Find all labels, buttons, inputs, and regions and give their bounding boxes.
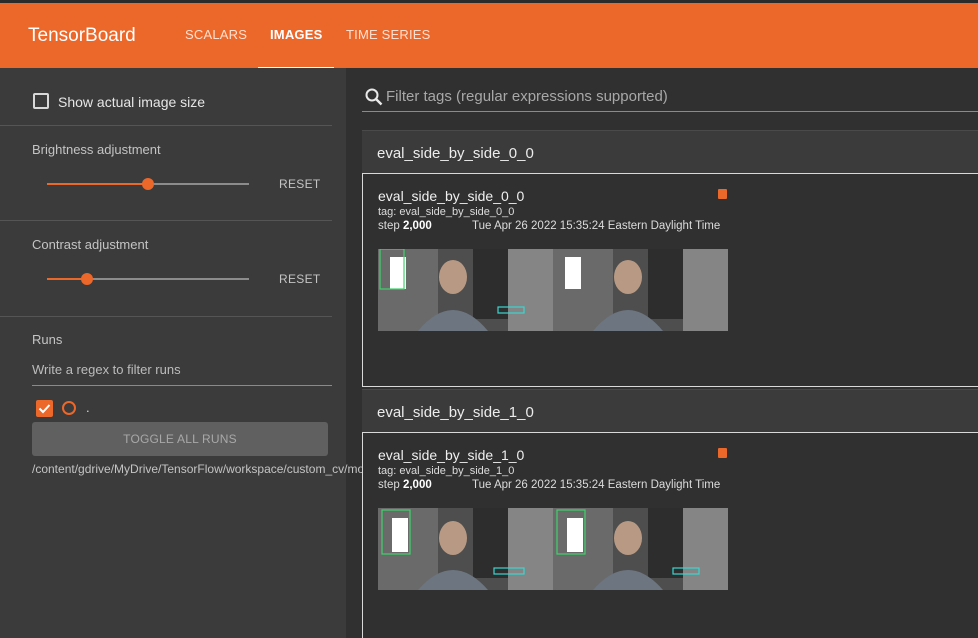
contrast-slider-thumb[interactable]: [81, 273, 94, 285]
run-name: .: [86, 400, 90, 415]
contrast-slider[interactable]: [47, 273, 249, 285]
tag-group-title: eval_side_by_side_0_0: [377, 145, 534, 162]
runs-filter-input[interactable]: Write a regex to filter runs: [32, 362, 332, 386]
image-card: eval_side_by_side_1_0 tag: eval_side_by_…: [362, 432, 978, 638]
runs-filter-placeholder: Write a regex to filter runs: [32, 362, 181, 377]
card-timestamp: Tue Apr 26 2022 15:35:24 Eastern Dayligh…: [472, 220, 721, 232]
step-value: 2,000: [402, 479, 432, 491]
search-icon: [365, 88, 383, 106]
tag-filter-placeholder: Filter tags (regular expressions support…: [386, 88, 668, 105]
tag-group-header[interactable]: eval_side_by_side_1_0: [362, 389, 978, 433]
card-timestamp: Tue Apr 26 2022 15:35:24 Eastern Dayligh…: [472, 479, 721, 491]
card-tag: tag: eval_side_by_side_1_0: [378, 465, 515, 477]
run-color-circle-icon[interactable]: [61, 400, 77, 416]
card-title: eval_side_by_side_1_0: [378, 447, 525, 463]
card-tag: tag: eval_side_by_side_0_0: [378, 206, 515, 218]
tag-group-title: eval_side_by_side_1_0: [377, 404, 534, 421]
brightness-slider[interactable]: [47, 178, 249, 190]
card-step: step 2,000: [378, 220, 432, 232]
show-actual-size-checkbox[interactable]: [33, 93, 49, 109]
run-directory-path: /content/gdrive/MyDrive/TensorFlow/works…: [32, 462, 502, 476]
brightness-slider-fill: [47, 183, 148, 185]
brightness-slider-thumb[interactable]: [142, 178, 154, 190]
step-label: step: [378, 479, 400, 491]
brightness-reset-button[interactable]: RESET: [279, 177, 321, 191]
tag-filter-input[interactable]: Filter tags (regular expressions support…: [362, 84, 978, 112]
card-step: step 2,000: [378, 479, 432, 491]
divider: [0, 125, 332, 126]
eval-side-by-side-image[interactable]: [378, 508, 728, 590]
sidebar: Show actual image size Brightness adjust…: [0, 68, 502, 638]
top-bar: TensorBoard SCALARS IMAGES TIME SERIES: [0, 0, 978, 70]
run-color-icon: [718, 189, 727, 199]
contrast-label: Contrast adjustment: [32, 237, 149, 252]
brand-title[interactable]: TensorBoard: [28, 25, 136, 47]
runs-title: Runs: [32, 332, 63, 347]
eval-side-by-side-image[interactable]: [378, 249, 728, 331]
toggle-all-runs-button[interactable]: TOGGLE ALL RUNS: [32, 422, 328, 456]
tag-group-header[interactable]: eval_side_by_side_0_0: [362, 130, 978, 174]
image-card: eval_side_by_side_0_0 tag: eval_side_by_…: [362, 173, 978, 387]
run-checkbox-checked-icon[interactable]: [36, 400, 53, 417]
tab-scalars[interactable]: SCALARS: [185, 27, 247, 42]
run-item[interactable]: .: [36, 400, 236, 417]
step-label: step: [378, 220, 400, 232]
divider: [0, 316, 332, 317]
show-actual-size-label[interactable]: Show actual image size: [58, 94, 205, 110]
card-title: eval_side_by_side_0_0: [378, 188, 525, 204]
brightness-label: Brightness adjustment: [32, 142, 161, 157]
step-value: 2,000: [402, 220, 432, 232]
contrast-reset-button[interactable]: RESET: [279, 272, 321, 286]
tab-time-series[interactable]: TIME SERIES: [346, 27, 431, 42]
run-color-icon: [718, 448, 727, 458]
tab-images[interactable]: IMAGES: [270, 27, 322, 42]
divider: [0, 220, 332, 221]
